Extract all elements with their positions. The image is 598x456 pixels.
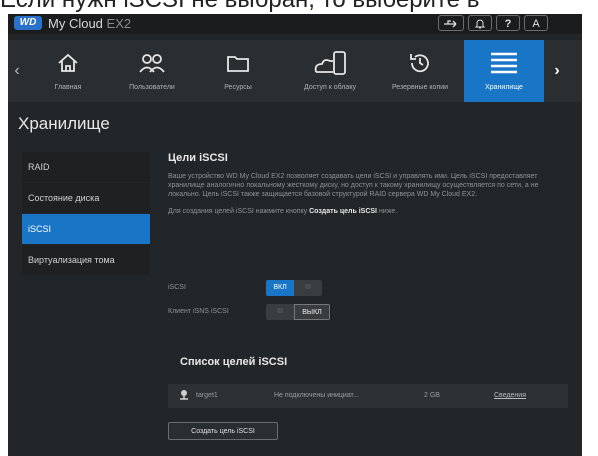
nav-label-home: Главная xyxy=(54,84,82,91)
iscsi-toggle-off: III xyxy=(294,280,322,296)
isns-toggle-off: ВЫКЛ xyxy=(294,304,330,320)
app-name: My Cloud xyxy=(48,16,103,31)
table-row[interactable]: target1 Не подключены инициат... 2 GB Св… xyxy=(168,384,568,408)
iscsi-hint: Для создания целей iSCSI нажмите кнопку … xyxy=(168,208,574,215)
iscsi-toggle-on: ВКЛ xyxy=(266,280,294,296)
notifications-button[interactable] xyxy=(468,15,492,31)
nav-item-backups[interactable]: Резервные копии xyxy=(382,40,458,102)
setting-row-isns: Клиент iSNS iSCSI III ВЫКЛ xyxy=(168,304,330,320)
browser-strip-text: Если нужн iSCSI не выбран, то выберите в xyxy=(0,0,479,14)
app-title: My Cloud EX2 xyxy=(48,16,131,31)
setting-row-iscsi: iSCSI ВКЛ III xyxy=(168,280,322,296)
nav-label-storage: Хранилище xyxy=(485,84,523,91)
sidebar-item-disk-status[interactable]: Состояние диска xyxy=(22,183,150,213)
nav-label-backups: Резервные копии xyxy=(391,84,449,91)
storage-sidebar: RAID Состояние диска iSCSI Виртуализация… xyxy=(22,152,150,276)
create-target-button[interactable]: Создать цель iSCSI xyxy=(168,422,278,440)
isns-toggle-on: III xyxy=(266,304,294,320)
help-button[interactable]: ? xyxy=(496,15,520,31)
isns-toggle[interactable]: III ВЫКЛ xyxy=(266,304,330,320)
target-icon xyxy=(180,390,188,400)
nav-item-cloud-access[interactable]: Доступ к облаку xyxy=(292,40,368,102)
iscsi-panel: Цели iSCSI Ваше устройство WD My Cloud E… xyxy=(168,152,574,352)
setting-label-isns: Клиент iSNS iSCSI xyxy=(168,308,229,315)
targets-table: target1 Не подключены инициат... 2 GB Св… xyxy=(168,384,568,408)
nav-item-users[interactable]: Пользователи xyxy=(118,40,186,102)
iscsi-heading: Цели iSCSI xyxy=(168,152,228,164)
app-window: WD My Cloud EX2 ? A ‹ Главная Пользовате… xyxy=(8,14,582,456)
nav-item-shares[interactable]: Ресурсы xyxy=(204,40,272,102)
users-icon xyxy=(139,54,165,73)
app-model: EX2 xyxy=(106,16,132,31)
target-size: 2 GB xyxy=(424,392,440,399)
targets-heading: Список целей iSCSI xyxy=(180,356,288,368)
wd-logo: WD xyxy=(14,16,42,30)
target-details-link[interactable]: Сведения xyxy=(494,392,526,399)
hint-suffix: ниже. xyxy=(377,208,398,215)
page-title: Хранилище xyxy=(18,114,110,133)
usb-icon xyxy=(444,20,457,28)
browser-strip: Если нужн iSCSI не выбран, то выберите в xyxy=(0,0,598,14)
main-nav: ‹ Главная Пользователи Ресурсы Доступ к … xyxy=(8,40,582,102)
nav-label-cloud-access: Доступ к облаку xyxy=(304,84,356,91)
target-status: Не подключены инициат... xyxy=(274,392,359,399)
target-name: target1 xyxy=(196,392,218,399)
user-icon: A xyxy=(532,18,540,30)
storage-icon xyxy=(491,52,517,74)
iscsi-description: Ваше устройство WD My Cloud EX2 позволяе… xyxy=(168,173,539,198)
cloud-devices-icon xyxy=(314,51,346,75)
sidebar-item-iscsi[interactable]: iSCSI xyxy=(22,214,150,244)
iscsi-toggle[interactable]: ВКЛ III xyxy=(266,280,322,296)
hint-bold: Создать цель iSCSI xyxy=(309,208,377,215)
bell-icon xyxy=(474,19,486,29)
nav-next-button[interactable]: › xyxy=(548,40,566,102)
sidebar-item-volume-virtualization[interactable]: Виртуализация тома xyxy=(22,245,150,275)
setting-label-iscsi: iSCSI xyxy=(168,284,186,291)
nav-label-users: Пользователи xyxy=(129,84,175,91)
usb-button[interactable] xyxy=(438,15,464,31)
nav-item-home[interactable]: Главная xyxy=(34,40,102,102)
backup-icon xyxy=(410,54,429,73)
nav-prev-button[interactable]: ‹ xyxy=(8,40,26,102)
user-button[interactable]: A xyxy=(524,15,548,31)
app-header: WD My Cloud EX2 ? A xyxy=(8,14,582,34)
folder-icon xyxy=(227,56,249,72)
help-icon: ? xyxy=(504,18,512,30)
home-icon xyxy=(58,53,78,72)
nav-label-shares: Ресурсы xyxy=(224,84,252,91)
sidebar-item-raid[interactable]: RAID xyxy=(22,152,150,182)
nav-item-storage[interactable]: Хранилище xyxy=(464,40,544,102)
hint-prefix: Для создания целей iSCSI нажмите кнопку xyxy=(168,208,310,215)
